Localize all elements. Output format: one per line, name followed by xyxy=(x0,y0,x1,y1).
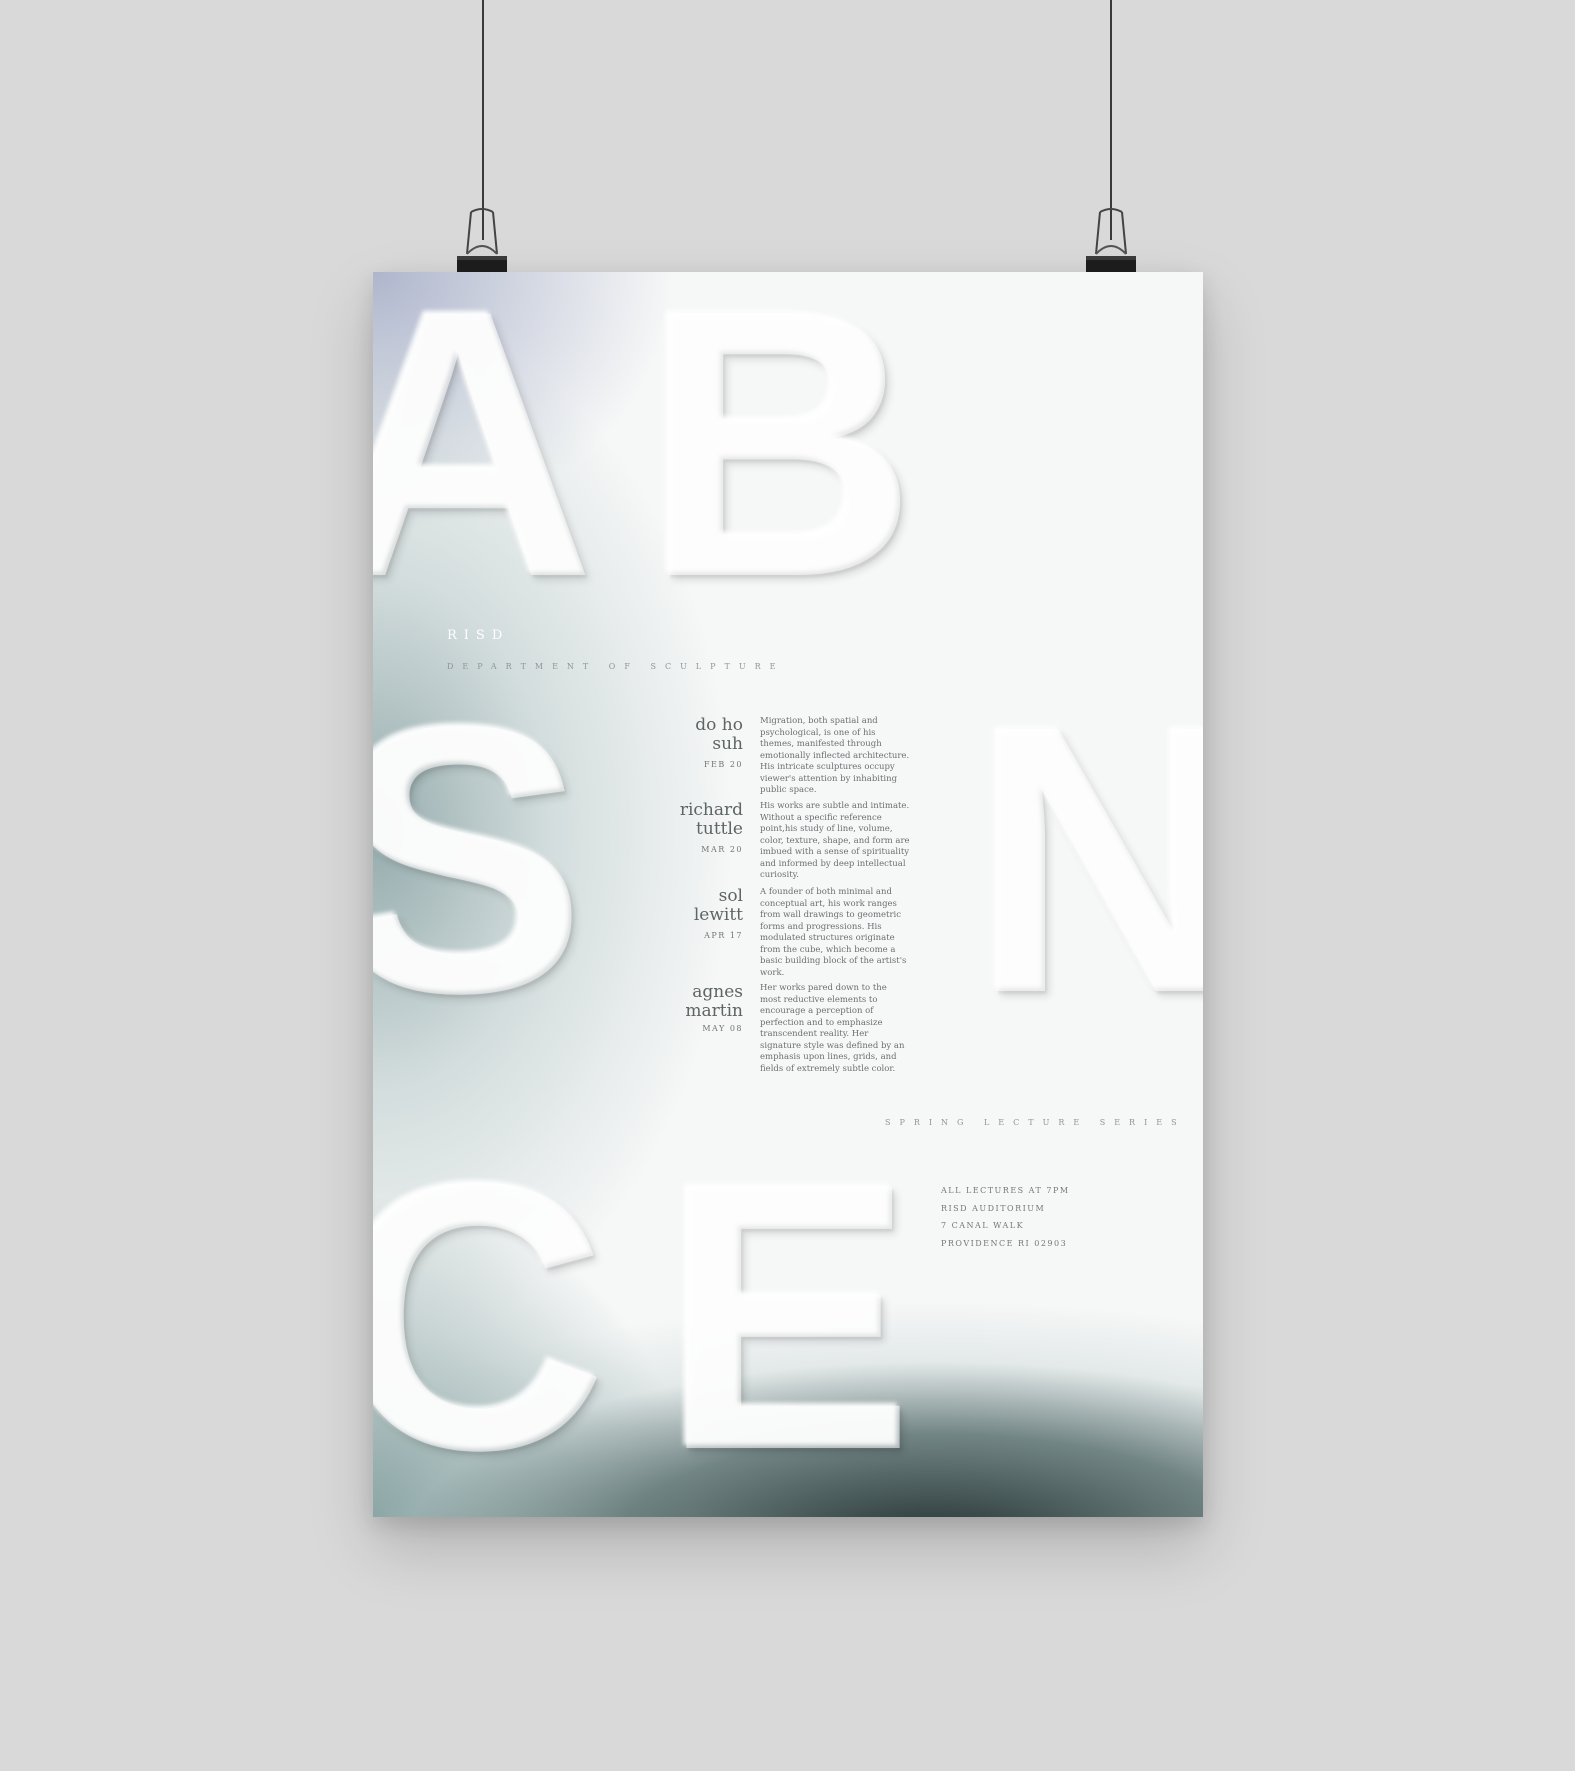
venue-info: ALL LECTURES AT 7PM RISD AUDITORIUM 7 CA… xyxy=(941,1186,1070,1256)
left-hanging-wire xyxy=(482,0,484,240)
venue-line-location: RISD AUDITORIUM xyxy=(941,1203,1046,1213)
lecturer-name-line: suh xyxy=(712,734,743,754)
lecturer-name: sol lewitt xyxy=(603,887,743,925)
lecturer-name-line: tuttle xyxy=(696,819,743,839)
lecture-date: MAR 20 xyxy=(701,845,743,854)
lecture-description: His works are subtle and intimate. Witho… xyxy=(760,801,910,880)
lecturer-name-line: do ho xyxy=(695,715,743,735)
lecturer-name-line: agnes xyxy=(692,982,743,1002)
lecture-description: Her works pared down to the most reducti… xyxy=(760,983,905,1074)
venue-line-city: PROVIDENCE RI 02903 xyxy=(941,1238,1068,1248)
venue-line-time: ALL LECTURES AT 7PM xyxy=(941,1186,1070,1195)
embossed-letter-n: N xyxy=(971,647,1203,1072)
embossed-letter-e: E xyxy=(661,1104,915,1517)
lecture-description: Migration, both spatial and psychologica… xyxy=(760,716,910,795)
lecture-date: MAY 08 xyxy=(702,1024,743,1033)
lecturer-name-line: lewitt xyxy=(693,905,743,925)
venue-line-street: 7 CANAL WALK xyxy=(941,1221,1025,1230)
embossed-letter-a: A xyxy=(373,272,596,656)
poster: A B S N C E RISD DEPARTMENT OF SCULPTURE… xyxy=(373,272,1203,1517)
lecture-date: FEB 20 xyxy=(704,760,743,769)
lecturer-name: richard tuttle xyxy=(603,801,743,839)
institution-name: RISD xyxy=(447,628,510,643)
lecturer-name-line: martin xyxy=(685,1001,743,1021)
embossed-letter-b: B xyxy=(643,272,918,656)
lecturer-name: do ho suh xyxy=(603,716,743,754)
right-hanging-wire xyxy=(1110,0,1112,240)
lecturer-name: agnes martin xyxy=(603,983,743,1021)
lecturer-name-line: sol xyxy=(718,886,743,906)
lecturer-name-line: richard xyxy=(679,800,743,820)
lecture-date: APR 17 xyxy=(704,931,743,940)
lecture-description: A founder of both minimal and conceptual… xyxy=(760,887,907,978)
series-title: SPRING LECTURE SERIES xyxy=(885,1118,1186,1127)
embossed-letter-c: C xyxy=(373,1104,608,1517)
department-name: DEPARTMENT OF SCULPTURE xyxy=(447,662,785,671)
embossed-letter-s: S xyxy=(373,647,587,1072)
